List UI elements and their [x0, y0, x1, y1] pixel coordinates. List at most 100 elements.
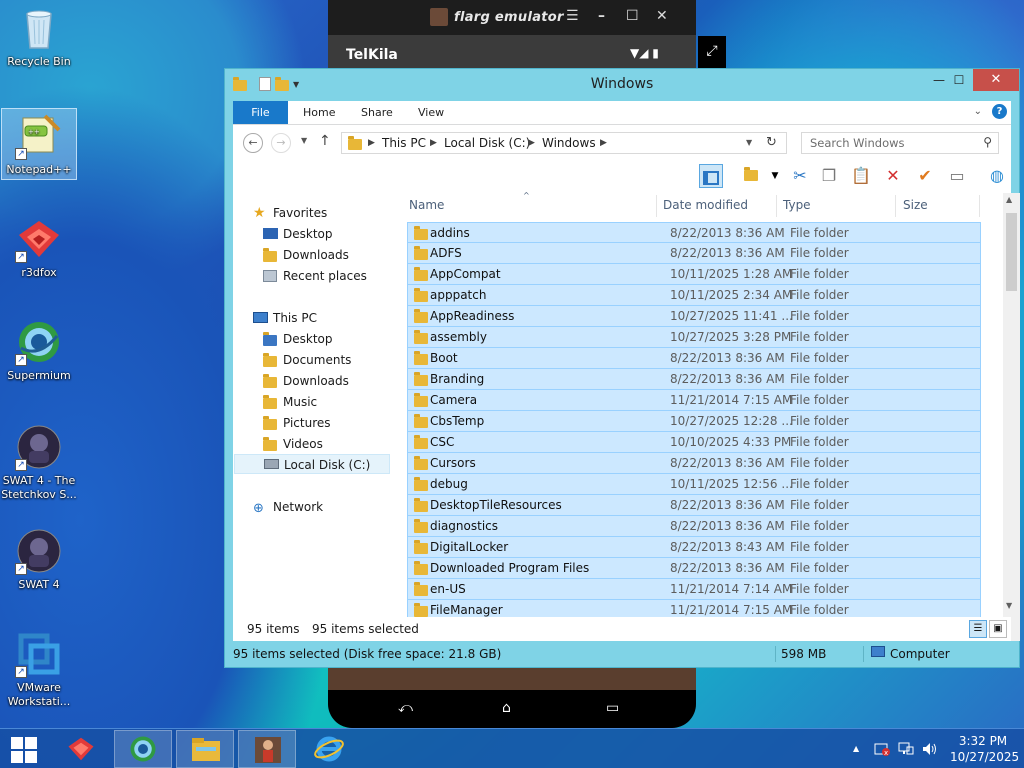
android-back-icon[interactable]: ⤺ [398, 700, 413, 716]
nav-pc-documents[interactable]: Documents [233, 350, 393, 370]
nav-pc-desktop[interactable]: Desktop [233, 329, 393, 349]
delete-button[interactable]: ✕ [881, 164, 905, 188]
tab-view[interactable]: View [418, 101, 444, 124]
breadcrumb-local-disk[interactable]: Local Disk (C:) [444, 136, 530, 150]
emulator-fullscreen-button[interactable]: ⤢ [698, 36, 726, 68]
nav-favorites[interactable]: ★ Favorites [233, 203, 393, 223]
nav-favorites-recent[interactable]: Recent places [233, 266, 393, 286]
recent-locations-icon[interactable]: ▼ [301, 136, 307, 145]
android-home-icon[interactable]: ⌂ [502, 700, 511, 716]
start-button[interactable] [0, 730, 48, 768]
column-size[interactable]: Size [903, 198, 928, 212]
large-icons-view-button[interactable]: ▣ [989, 620, 1007, 638]
emulator-menu-button[interactable]: ☰ [566, 8, 579, 24]
desktop-icon-recycle-bin[interactable]: Recycle Bin [1, 4, 77, 69]
address-bar[interactable]: ▶ This PC ▶ Local Disk (C:) ▶ Windows ▶ … [341, 132, 787, 154]
table-row[interactable]: addins 8/22/2013 8:36 AM File folder [407, 222, 981, 243]
help-icon[interactable]: ? [992, 104, 1007, 119]
network-button[interactable]: ◍ [985, 164, 1009, 188]
table-row[interactable]: apppatch 10/11/2025 2:34 AM File folder [407, 285, 981, 306]
emulator-maximize-button[interactable]: ☐ [626, 8, 639, 24]
nav-pc-videos[interactable]: Videos [233, 434, 393, 454]
desktop-icon-vmware[interactable]: ↗ VMware Workstati... [1, 630, 77, 709]
nav-pc-downloads[interactable]: Downloads [233, 371, 393, 391]
close-button[interactable]: ✕ [973, 69, 1019, 91]
system-clock[interactable]: 3:32 PM 10/27/2025 [950, 733, 1019, 765]
window-titlebar[interactable]: ▼ Windows — ☐ ✕ [225, 69, 1019, 99]
taskbar-flarg-emulator[interactable] [238, 730, 296, 768]
table-row[interactable]: debug 10/11/2025 12:56 ... File folder [407, 474, 981, 495]
scrollbar-thumb[interactable] [1006, 213, 1017, 291]
action-center-icon[interactable]: x [874, 741, 890, 760]
column-divider[interactable] [656, 195, 657, 217]
nav-favorites-desktop[interactable]: Desktop [233, 224, 393, 244]
search-input[interactable]: Search Windows ⚲ [801, 132, 999, 154]
breadcrumb-this-pc[interactable]: This PC [382, 136, 426, 150]
desktop-icon-notepadpp[interactable]: ++ ↗ Notepad++ [1, 108, 77, 180]
table-row[interactable]: assembly 10/27/2025 3:28 PM File folder [407, 327, 981, 348]
table-row[interactable]: DigitalLocker 8/22/2013 8:43 AM File folde… [407, 537, 981, 558]
table-row[interactable]: ADFS 8/22/2013 8:36 AM File folder [407, 243, 981, 264]
nav-pc-local-disk[interactable]: Local Disk (C:) [234, 454, 390, 474]
column-divider[interactable] [776, 195, 777, 217]
taskbar-supermium[interactable] [114, 730, 172, 768]
properties-dropdown-button[interactable]: ▼ [763, 164, 787, 188]
table-row[interactable]: Branding 8/22/2013 8:36 AM File folder [407, 369, 981, 390]
desktop-icon-supermium[interactable]: ↗ Supermium [1, 318, 77, 383]
emulator-minimize-button[interactable]: – [598, 8, 605, 24]
details-view-button[interactable]: ☰ [969, 620, 987, 638]
address-dropdown-icon[interactable]: ▼ [746, 138, 752, 147]
table-row[interactable]: CSC 10/10/2025 4:33 PM File folder [407, 432, 981, 453]
tab-share[interactable]: Share [361, 101, 393, 124]
table-row[interactable]: Camera 11/21/2014 7:15 AM File folder [407, 390, 981, 411]
column-type[interactable]: Type [783, 198, 811, 212]
up-arrow-icon[interactable]: ↑ [319, 133, 331, 149]
properties-button[interactable] [739, 164, 763, 188]
column-name[interactable]: Name [409, 198, 444, 212]
breadcrumb-windows[interactable]: Windows [542, 136, 596, 150]
tab-home[interactable]: Home [303, 101, 335, 124]
nav-network[interactable]: ⊕ Network [233, 497, 393, 517]
vertical-scrollbar[interactable]: ▲ ▼ [1003, 193, 1020, 641]
breadcrumb-separator[interactable]: ▶ [368, 138, 375, 148]
table-row[interactable]: Boot 8/22/2013 8:36 AM File folder [407, 348, 981, 369]
show-hidden-icons-button[interactable]: ▲ [853, 744, 859, 753]
nav-this-pc[interactable]: This PC [233, 308, 393, 328]
forward-button[interactable]: → [271, 133, 291, 153]
desktop-icon-swat4-stetchkov[interactable]: ↗ SWAT 4 - The Stetchkov S... [1, 423, 77, 502]
column-date-modified[interactable]: Date modified [663, 198, 748, 212]
volume-icon[interactable] [922, 741, 938, 760]
navigation-pane-button[interactable] [699, 164, 723, 188]
back-button[interactable]: ← [243, 133, 263, 153]
table-row[interactable]: AppReadiness 10/27/2025 11:41 ... File fol… [407, 306, 981, 327]
expand-ribbon-icon[interactable]: ⌄ [974, 106, 982, 117]
breadcrumb-separator[interactable]: ▶ [430, 138, 437, 148]
breadcrumb-separator[interactable]: ▶ [600, 138, 607, 148]
taskbar-file-explorer[interactable] [176, 730, 234, 768]
copy-button[interactable]: ❐ [817, 164, 841, 188]
desktop-icon-r3dfox[interactable]: ↗ r3dfox [1, 215, 77, 280]
rename-button[interactable]: ✔ [913, 164, 937, 188]
scroll-up-icon[interactable]: ▲ [1006, 195, 1012, 204]
tab-file[interactable]: File [233, 101, 288, 124]
network-tray-icon[interactable] [898, 741, 914, 760]
properties-dialog-button[interactable]: ▭ [945, 164, 969, 188]
table-row[interactable]: AppCompat 10/11/2025 1:28 AM File folder [407, 264, 981, 285]
column-divider[interactable] [895, 195, 896, 217]
paste-button[interactable]: 📋 [849, 164, 873, 188]
taskbar-internet-explorer[interactable] [300, 730, 358, 768]
nav-pc-pictures[interactable]: Pictures [233, 413, 393, 433]
breadcrumb-separator[interactable]: ▶ [528, 138, 535, 148]
table-row[interactable]: CbsTemp 10/27/2025 12:28 ... File folder [407, 411, 981, 432]
emulator-close-button[interactable]: ✕ [656, 8, 668, 24]
emulator-titlebar[interactable]: flarg emulator ☰ – ☐ ✕ [328, 0, 696, 35]
table-row[interactable]: diagnostics 8/22/2013 8:36 AM File folder [407, 516, 981, 537]
scroll-down-icon[interactable]: ▼ [1006, 601, 1012, 610]
nav-pc-music[interactable]: Music [233, 392, 393, 412]
taskbar-r3dfox[interactable] [52, 730, 110, 768]
cut-button[interactable]: ✂ [788, 164, 812, 188]
nav-favorites-downloads[interactable]: Downloads [233, 245, 393, 265]
table-row[interactable]: Downloaded Program Files 8/22/2013 8:36 A… [407, 558, 981, 579]
column-divider[interactable] [979, 195, 980, 217]
desktop-icon-swat4[interactable]: ↗ SWAT 4 [1, 527, 77, 592]
